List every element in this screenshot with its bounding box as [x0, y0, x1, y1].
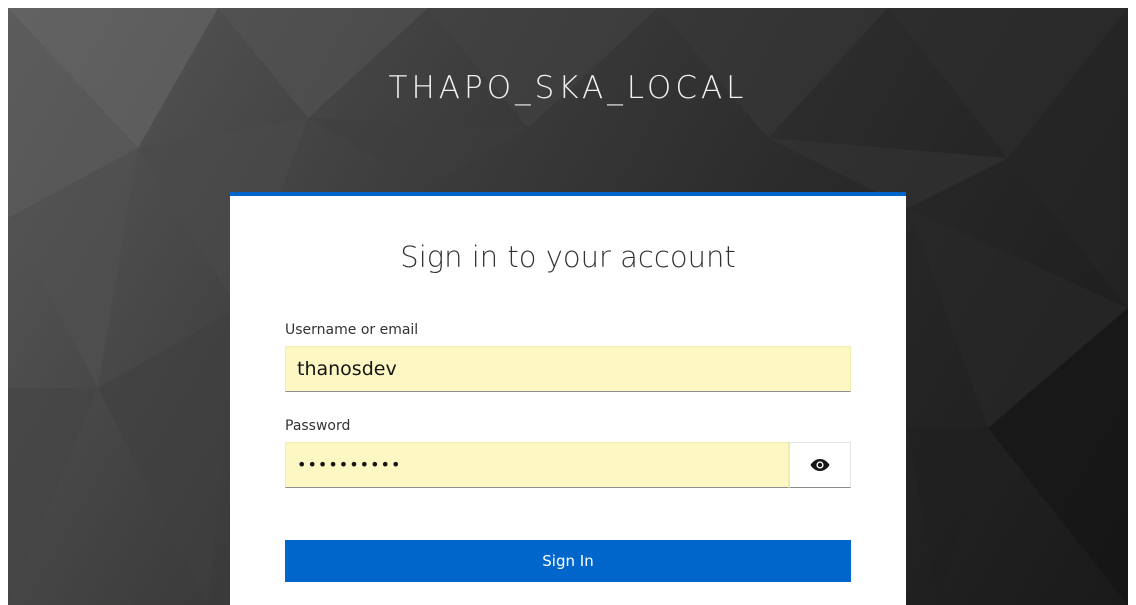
password-input[interactable]: ••••••••••: [285, 442, 789, 488]
login-card: Sign in to your account Username or emai…: [230, 192, 906, 605]
realm-title: THAPO_SKA_LOCAL: [388, 70, 748, 106]
sign-in-button[interactable]: Sign In: [285, 540, 851, 582]
login-heading: Sign in to your account: [400, 240, 736, 274]
show-password-button[interactable]: [789, 442, 851, 488]
login-background: THAPO_SKA_LOCAL Sign in to your account …: [8, 8, 1128, 605]
password-label: Password: [285, 418, 351, 434]
username-input[interactable]: thanosdev: [285, 346, 851, 392]
eye-icon: [810, 459, 830, 471]
username-label: Username or email: [285, 322, 419, 338]
